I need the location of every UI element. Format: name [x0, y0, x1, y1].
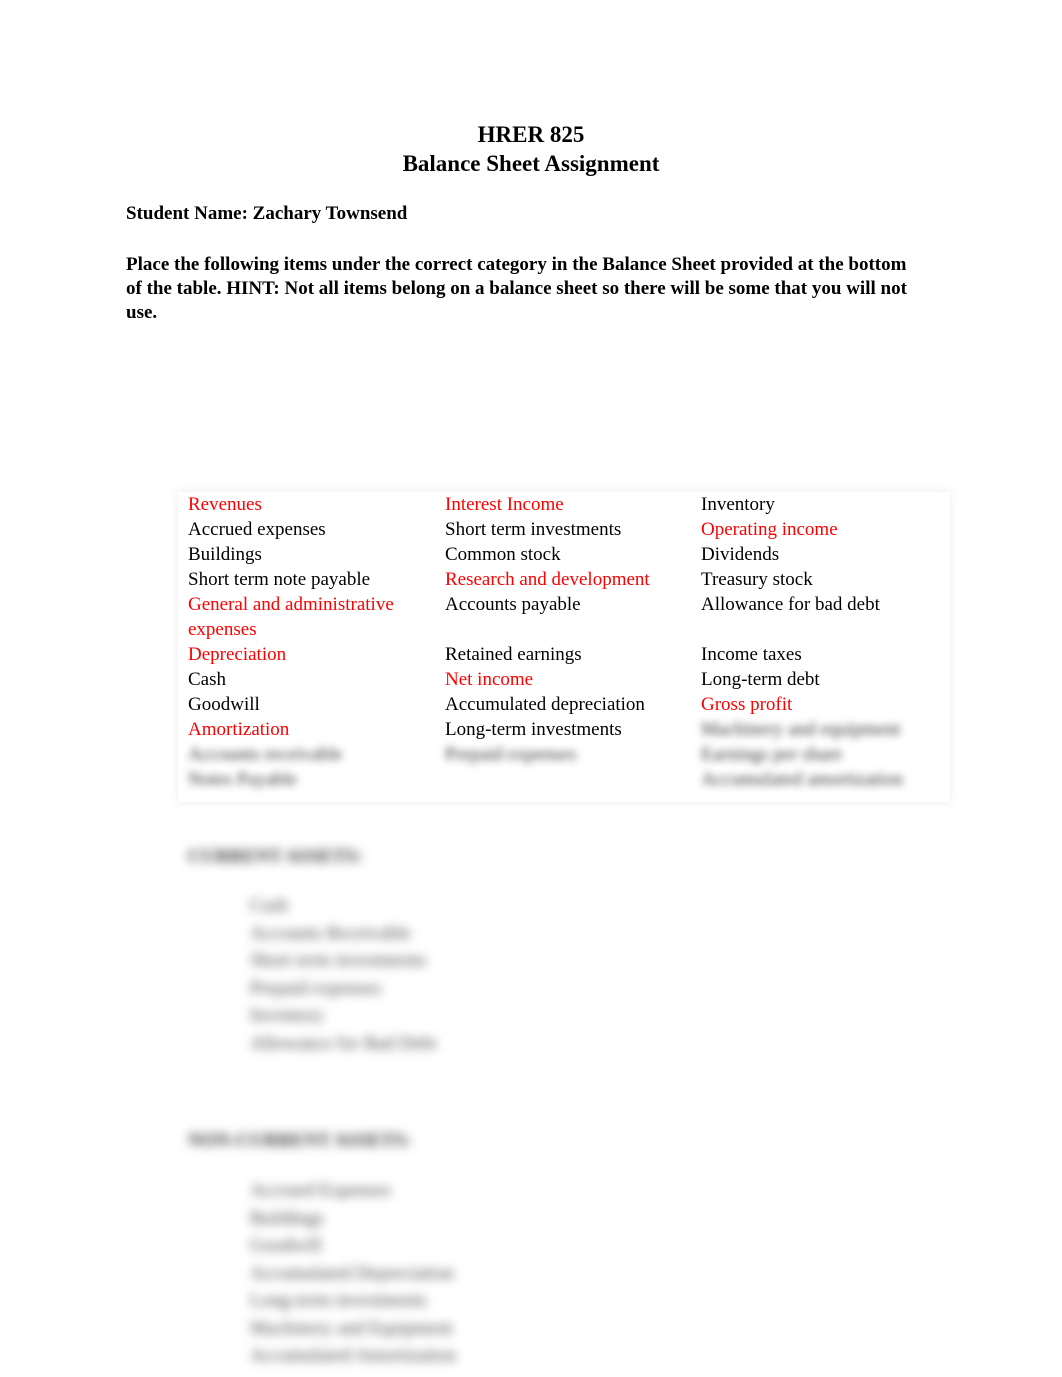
table-cell: Machinery and equipment [701, 719, 901, 740]
table-row: Short term note payable Research and deve… [178, 567, 950, 592]
table-cell: Research and development [445, 569, 650, 590]
table-cell: Accumulated amortization [701, 769, 904, 790]
table-cell: Amortization [188, 719, 290, 740]
list-item: Cash [250, 895, 288, 916]
table-cell: Interest Income [445, 494, 564, 515]
table-cell: Net income [445, 669, 534, 690]
list-item: Accrued Expenses [250, 1180, 391, 1201]
table-cell: Operating income [701, 519, 838, 540]
table-row: Accrued expenses Short term investments Op… [178, 517, 950, 542]
list-item: Accumulated Amortization [250, 1345, 457, 1366]
table-cell: Long-term debt [701, 669, 820, 690]
table-cell: Dividends [701, 544, 780, 565]
course-code: HRER 825 [477, 122, 585, 147]
table-cell: Depreciation [188, 644, 287, 665]
table-cell: Prepaid expenses [445, 744, 577, 765]
list-item: Inventory [250, 1005, 324, 1026]
table-cell: Earnings per share [701, 744, 843, 765]
table-cell: Short term note payable [188, 569, 371, 590]
list-item: Accounts Receivable [250, 922, 411, 944]
list-item: Machinery and Equipment [250, 1317, 453, 1339]
list-item: Allowance for Bad Debt [250, 1032, 437, 1054]
table-cell: Accrued expenses [188, 519, 326, 540]
list-item: Accumulated Depreciation [250, 1262, 455, 1284]
table-row: Cash Net income Long-term debt [178, 667, 950, 692]
table-cell: Gross profit [701, 694, 793, 715]
items-table: Revenues Interest Income Inventory Accrued … [178, 492, 950, 792]
table-row: Goodwill Accumulated depreciation Gross pr… [178, 692, 950, 717]
section-heading-non-current-assets: NON-CURRENT ASSETS: [188, 1130, 411, 1151]
student-name: Student Name: Zachary Townsend [126, 203, 408, 224]
table-cell: Notes Payable [188, 769, 298, 790]
table-cell [435, 767, 691, 792]
list-item: Prepaid expenses [250, 977, 382, 999]
table-row: Amortization Long-term investments Machine… [178, 717, 950, 742]
table-cell: Accumulated depreciation [445, 694, 645, 715]
table-row: Buildings Common stock Dividends [178, 542, 950, 567]
table-row: Revenues Interest Income Inventory [178, 492, 950, 517]
table-cell: Long-term investments [445, 719, 622, 740]
table-cell: Treasury stock [701, 569, 813, 590]
section-heading-current-assets: CURRENT ASSETS: [188, 846, 363, 867]
table-cell: Common stock [445, 544, 561, 565]
current-assets-list: Cash Accounts Receivable Short term invest… [250, 892, 436, 1057]
list-item: Buildings [250, 1207, 324, 1229]
instructions: Place the following items under the corr… [126, 254, 907, 323]
table-cell: Income taxes [701, 644, 802, 665]
table-cell: Accounts payable [445, 594, 581, 615]
items-table-body: Revenues Interest Income Inventory Accrued … [178, 492, 950, 792]
table-cell: Allowance for bad debt [701, 594, 880, 615]
table-row: Accounts receivable Prepaid expenses Earni… [178, 742, 950, 767]
non-current-assets-list: Accrued Expenses Buildings Goodwill Accumul… [250, 1177, 456, 1370]
document-title: Balance Sheet Assignment [402, 151, 660, 176]
table-cell: Accounts receivable [188, 744, 343, 765]
table-row: Depreciation Retained earnings Income taxe… [178, 642, 950, 667]
list-item: Goodwill [250, 1235, 322, 1256]
table-cell: Short term investments [445, 519, 622, 540]
table-row: Notes Payable Accumulated amortization [178, 767, 950, 792]
table-cell: Goodwill [188, 694, 260, 715]
table-cell: Inventory [701, 494, 775, 515]
list-item: Short term investments [250, 950, 427, 971]
table-cell: Buildings [188, 544, 262, 565]
table-cell: Retained earnings [445, 644, 582, 665]
table-cell: General and administrative expenses [188, 594, 394, 640]
list-item: Long-term investments [250, 1290, 427, 1311]
table-cell: Cash [188, 669, 226, 690]
table-cell: Revenues [188, 494, 262, 515]
table-row: General and administrative expenses Accou… [178, 592, 950, 642]
